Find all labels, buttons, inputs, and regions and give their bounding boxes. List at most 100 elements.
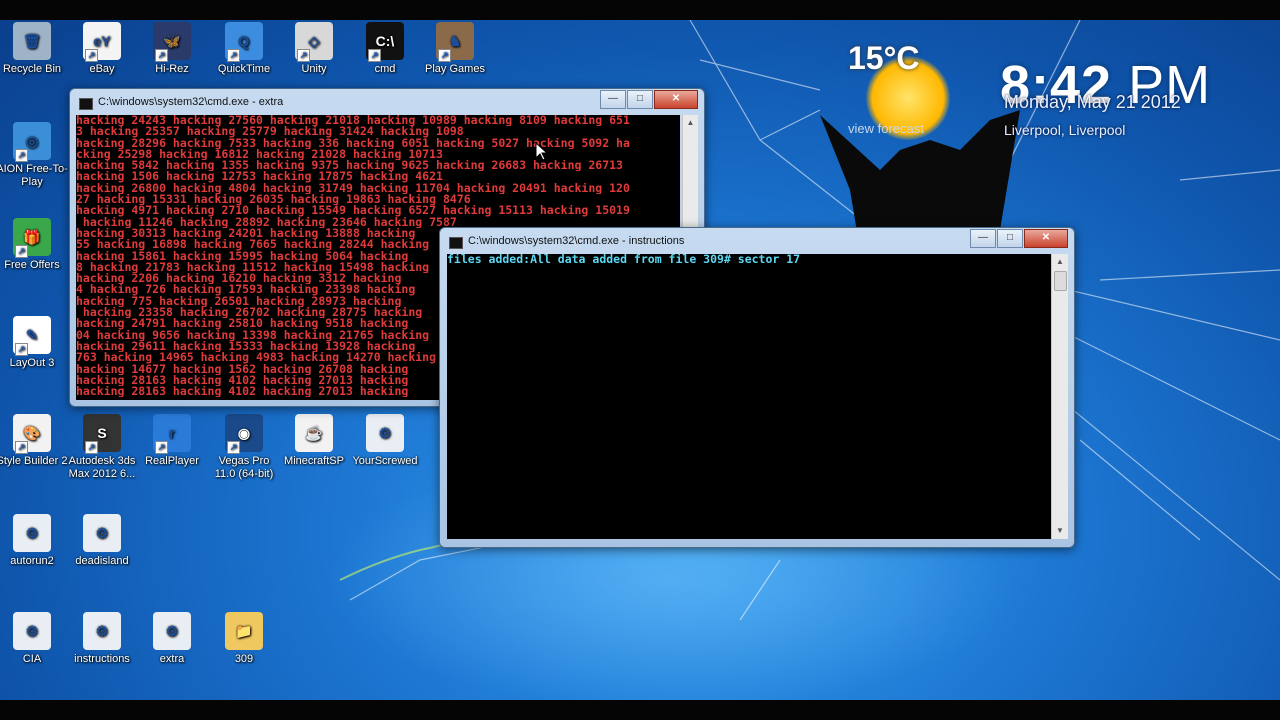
desktop-shortcut[interactable]: ⚙ extra <box>136 612 208 666</box>
letterbox-bottom <box>0 700 1280 720</box>
free-offers-icon: 🎁 ↗ <box>13 218 51 258</box>
desktop-shortcut[interactable]: 🎨 ↗ Style Builder 2 <box>0 414 68 468</box>
maximize-button[interactable]: □ <box>997 229 1023 248</box>
console-line: 3 hacking 25357 hacking 25779 hacking 31… <box>76 126 464 138</box>
shortcut-arrow-icon: ↗ <box>368 49 381 62</box>
window-title: C:\windows\system32\cmd.exe - instructio… <box>468 235 685 247</box>
cmd-icon: C:\ ↗ <box>366 22 404 62</box>
desktop-icon-label: eBay <box>89 63 115 75</box>
maximize-button[interactable]: □ <box>627 90 653 109</box>
shortcut-arrow-icon: ↗ <box>15 343 28 356</box>
desktop-shortcut[interactable]: r ↗ RealPlayer <box>136 414 208 468</box>
vegas-pro-icon: ◉ ↗ <box>225 414 263 454</box>
layout-icon: ✎ ↗ <box>13 316 51 356</box>
minimize-button[interactable]: — <box>600 90 626 109</box>
clock-location: Liverpool, Liverpool <box>1004 122 1126 138</box>
desktop-shortcut[interactable]: C:\ ↗ cmd <box>349 22 421 76</box>
recycle-bin-icon: 🗑 <box>13 22 51 60</box>
desktop-shortcut[interactable]: ✎ ↗ LayOut 3 <box>0 316 68 370</box>
desktop-icon-label: CIA <box>22 653 42 665</box>
desktop-icon-label: instructions <box>74 653 130 665</box>
close-button[interactable]: ✕ <box>654 90 698 109</box>
title-bar[interactable]: C:\windows\system32\cmd.exe - extra — □ … <box>70 89 704 117</box>
desktop-shortcut[interactable]: ☕ MinecraftSP <box>278 414 350 468</box>
desktop-shortcut[interactable]: ⚙ CIA <box>0 612 68 666</box>
desktop-icon-label: MinecraftSP <box>284 455 344 467</box>
ebay-icon: eY ↗ <box>83 22 121 62</box>
console-output[interactable]: files added:All data added from file 309… <box>447 254 1051 539</box>
hi-rez-icon: 🦋 ↗ <box>153 22 191 62</box>
console-line: hacking 4971 hacking 2710 hacking 15549 … <box>76 205 630 217</box>
desktop-shortcut[interactable]: ⚙ YourScrewed <box>349 414 421 468</box>
quicktime-icon: Q ↗ <box>225 22 263 62</box>
shortcut-arrow-icon: ↗ <box>15 441 28 454</box>
extra-icon: ⚙ <box>153 612 191 650</box>
shortcut-arrow-icon: ↗ <box>155 441 168 454</box>
deadisland-icon: ⚙ <box>83 514 121 552</box>
shortcut-arrow-icon: ↗ <box>85 441 98 454</box>
title-bar[interactable]: C:\windows\system32\cmd.exe - instructio… <box>440 228 1074 256</box>
desktop-icon-label: Free Offers <box>4 259 60 271</box>
desktop-shortcut[interactable]: 📁 309 <box>208 612 280 666</box>
vertical-scrollbar[interactable]: ▲ ▼ <box>1051 254 1068 539</box>
desktop-shortcut[interactable]: ◉ ↗ Vegas Pro 11.0 (64-bit) <box>208 414 280 481</box>
desktop-shortcut[interactable]: ◇ ↗ Unity <box>278 22 350 76</box>
scroll-up-arrow[interactable]: ▲ <box>1052 254 1068 270</box>
desktop-icon-label: autorun2 <box>10 555 54 567</box>
play-games-icon: ♞ ↗ <box>436 22 474 62</box>
shortcut-arrow-icon: ↗ <box>438 49 451 62</box>
desktop-shortcut[interactable]: ♞ ↗ Play Games <box>419 22 491 76</box>
instructions-icon: ⚙ <box>83 612 121 650</box>
weather-temperature: 15°C <box>848 40 920 76</box>
console-line: hacking 1506 hacking 12753 hacking 17875… <box>76 171 443 183</box>
console-line: cking 25298 hacking 16812 hacking 21028 … <box>76 148 443 161</box>
console-app-icon <box>449 237 463 249</box>
desktop-icon-label: Unity <box>301 63 327 75</box>
view-forecast-link[interactable]: view forecast <box>848 121 924 136</box>
desktop-shortcut[interactable]: eY ↗ eBay <box>66 22 138 76</box>
scroll-down-arrow[interactable]: ▼ <box>1052 523 1068 539</box>
desktop-icon-label: Hi-Rez <box>155 63 189 75</box>
desktop-icon-label: AION Free-To-Play <box>0 163 68 188</box>
shortcut-arrow-icon: ↗ <box>155 49 168 62</box>
minimize-button[interactable]: — <box>970 229 996 248</box>
desktop-icon-label: 309 <box>234 653 254 665</box>
desktop-icon-label: LayOut 3 <box>9 357 55 369</box>
desktop-shortcut[interactable]: ◎ ↗ AION Free-To-Play <box>0 122 68 189</box>
shortcut-arrow-icon: ↗ <box>227 441 240 454</box>
clock-date: Monday, May 21 2012 <box>1004 92 1181 112</box>
shortcut-arrow-icon: ↗ <box>85 49 98 62</box>
console-app-icon <box>79 98 93 110</box>
shortcut-arrow-icon: ↗ <box>15 149 28 162</box>
desktop-shortcut[interactable]: ⚙ instructions <box>66 612 138 666</box>
console-line: hacking 5842 hacking 1355 hacking 9375 h… <box>76 160 623 172</box>
scroll-up-arrow[interactable]: ▲ <box>683 115 698 131</box>
desktop-shortcut[interactable]: 🗑 Recycle Bin <box>0 22 68 76</box>
shortcut-arrow-icon: ↗ <box>227 49 240 62</box>
desktop-shortcut[interactable]: S ↗ Autodesk 3ds Max 2012 6... <box>66 414 138 481</box>
close-button[interactable]: ✕ <box>1024 229 1068 248</box>
desktop-shortcut[interactable]: ⚙ deadisland <box>66 514 138 568</box>
folder-309-icon: 📁 <box>225 612 263 650</box>
console-line: hacking 28296 hacking 7533 hacking 336 h… <box>76 137 630 149</box>
desktop-icon-label: Play Games <box>425 63 485 75</box>
desktop-shortcut[interactable]: Q ↗ QuickTime <box>208 22 280 76</box>
desktop[interactable]: 15°C view forecast 8:42 PM Monday, May 2… <box>0 20 1280 700</box>
console-line: 27 hacking 15331 hacking 26035 hacking 1… <box>76 194 471 206</box>
desktop-icon-label: deadisland <box>75 555 129 567</box>
desktop-shortcut[interactable]: 🎁 ↗ Free Offers <box>0 218 68 272</box>
desktop-shortcut[interactable]: ⚙ autorun2 <box>0 514 68 568</box>
desktop-icon-label: Recycle Bin <box>2 63 62 75</box>
scroll-thumb[interactable] <box>1054 271 1067 291</box>
aion-icon: ◎ ↗ <box>13 122 51 162</box>
desktop-icon-label: QuickTime <box>217 63 271 75</box>
desktop-icon-label: Style Builder 2 <box>0 455 68 467</box>
letterbox-top <box>0 0 1280 20</box>
yourscrewed-icon: ⚙ <box>366 414 404 452</box>
shortcut-arrow-icon: ↗ <box>15 245 28 258</box>
cmd-window-instructions[interactable]: C:\windows\system32\cmd.exe - instructio… <box>439 227 1075 548</box>
desktop-shortcut[interactable]: 🦋 ↗ Hi-Rez <box>136 22 208 76</box>
style-builder-icon: 🎨 ↗ <box>13 414 51 454</box>
console-line: files added:All data added from file 309… <box>447 254 801 266</box>
desktop-icon-label: YourScrewed <box>352 455 418 467</box>
